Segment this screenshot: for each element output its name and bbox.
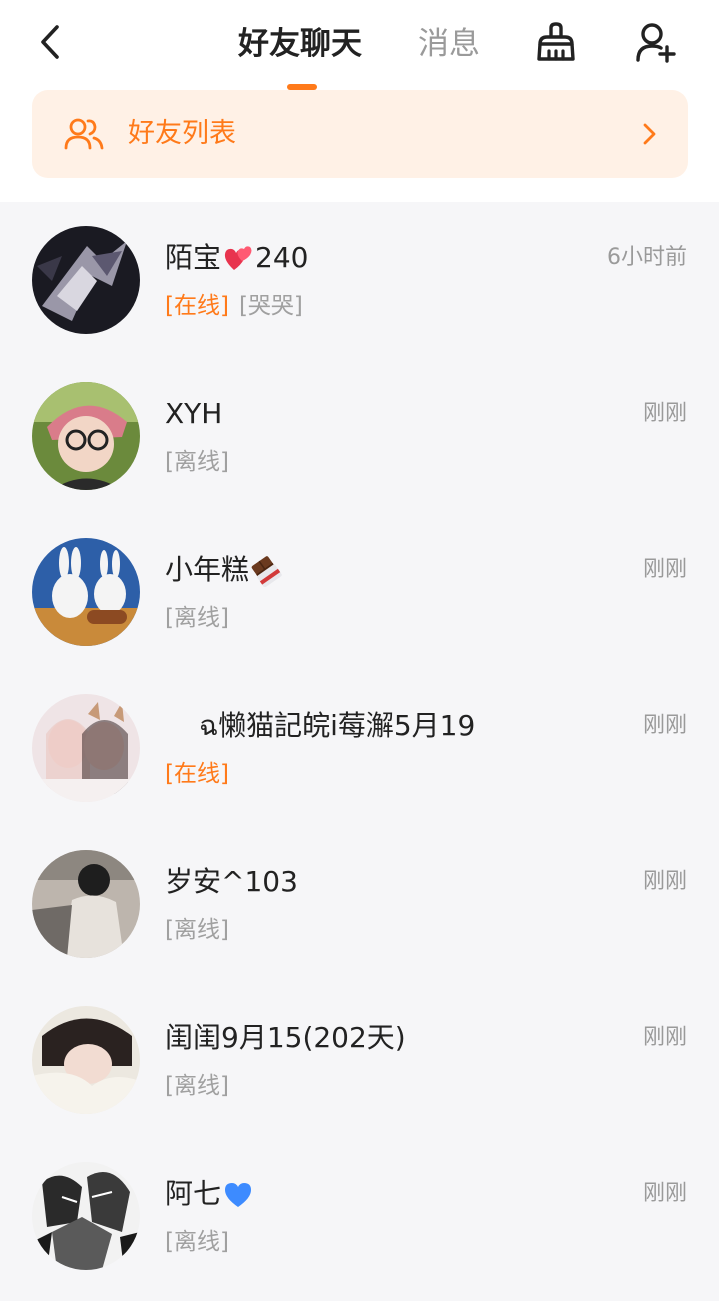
chevron-right-icon bbox=[643, 123, 656, 145]
tab-messages[interactable]: 消息 bbox=[418, 22, 480, 66]
conversation-row[interactable]: ฉ懒猫記皖i莓澥5月19 刚刚 [在线] bbox=[0, 670, 719, 826]
add-friend-button[interactable] bbox=[632, 18, 680, 66]
contact-name: 阿七 bbox=[165, 1172, 255, 1216]
tab-friend-chat[interactable]: 好友聊天 bbox=[238, 22, 362, 66]
chocolate-icon bbox=[251, 556, 282, 587]
last-message: [哭哭] bbox=[238, 293, 303, 319]
status-line: [离线] bbox=[165, 912, 229, 948]
online-status: [在线] bbox=[165, 761, 229, 787]
avatar[interactable] bbox=[32, 382, 140, 490]
friend-list-label: 好友列表 bbox=[128, 118, 236, 149]
conversation-row[interactable]: XYH 刚刚 [离线] bbox=[0, 358, 719, 514]
back-button[interactable] bbox=[30, 22, 70, 62]
status-line: [离线] bbox=[165, 1068, 229, 1104]
add-user-icon bbox=[636, 23, 676, 63]
contact-name: ฉ懒猫記皖i莓澥5月19 bbox=[199, 709, 476, 742]
timestamp: 刚刚 bbox=[642, 557, 687, 582]
online-status: [在线] bbox=[165, 293, 229, 319]
status-line: [离线] bbox=[165, 600, 229, 636]
timestamp: 刚刚 bbox=[642, 401, 687, 426]
avatar[interactable] bbox=[32, 850, 140, 958]
conversation-row[interactable]: 闺闺9月15(202天) 刚刚 [离线] bbox=[0, 982, 719, 1138]
conversation-list: 陌宝 240 6小时前 [在线] [哭哭] XYH 刚刚 [离线] 小年糕 刚刚… bbox=[0, 202, 719, 1294]
avatar[interactable] bbox=[32, 226, 140, 334]
contact-name: 陌宝 240 bbox=[165, 241, 309, 274]
contact-name: 岁安^103 bbox=[165, 865, 298, 898]
offline-status: [离线] bbox=[165, 917, 229, 943]
timestamp: 刚刚 bbox=[642, 713, 687, 738]
contact-name: XYH bbox=[165, 397, 223, 430]
avatar[interactable] bbox=[32, 1162, 140, 1270]
conversation-row[interactable]: 小年糕 刚刚 [离线] bbox=[0, 514, 719, 670]
blue-heart-icon bbox=[225, 1183, 252, 1207]
status-line: [在线] bbox=[165, 756, 229, 792]
status-line: [离线] bbox=[165, 444, 229, 480]
broom-icon bbox=[537, 22, 575, 61]
timestamp: 刚刚 bbox=[642, 1025, 687, 1050]
header: 好友聊天 消息 好友列表 bbox=[0, 0, 719, 202]
offline-status: [离线] bbox=[165, 449, 229, 475]
friend-list-banner[interactable]: 好友列表 bbox=[32, 90, 688, 178]
heart-icon bbox=[224, 246, 252, 270]
contact-name: 小年糕 bbox=[165, 548, 283, 592]
clean-button[interactable] bbox=[532, 18, 580, 66]
offline-status: [离线] bbox=[165, 605, 229, 631]
timestamp: 6小时前 bbox=[607, 245, 687, 270]
timestamp: 刚刚 bbox=[642, 869, 687, 894]
conversation-row[interactable]: 阿七 刚刚 [离线] bbox=[0, 1138, 719, 1294]
chevron-left-icon bbox=[41, 25, 59, 59]
avatar[interactable] bbox=[32, 694, 140, 802]
conversation-row[interactable]: 岁安^103 刚刚 [离线] bbox=[0, 826, 719, 982]
offline-status: [离线] bbox=[165, 1073, 229, 1099]
conversation-row[interactable]: 陌宝 240 6小时前 [在线] [哭哭] bbox=[0, 202, 719, 358]
status-line: [在线] [哭哭] bbox=[165, 288, 303, 324]
timestamp: 刚刚 bbox=[642, 1181, 687, 1206]
contact-name: 闺闺9月15(202天) bbox=[165, 1021, 406, 1054]
friends-icon bbox=[64, 118, 104, 150]
status-line: [离线] bbox=[165, 1224, 229, 1260]
avatar[interactable] bbox=[32, 1006, 140, 1114]
avatar[interactable] bbox=[32, 538, 140, 646]
offline-status: [离线] bbox=[165, 1229, 229, 1255]
